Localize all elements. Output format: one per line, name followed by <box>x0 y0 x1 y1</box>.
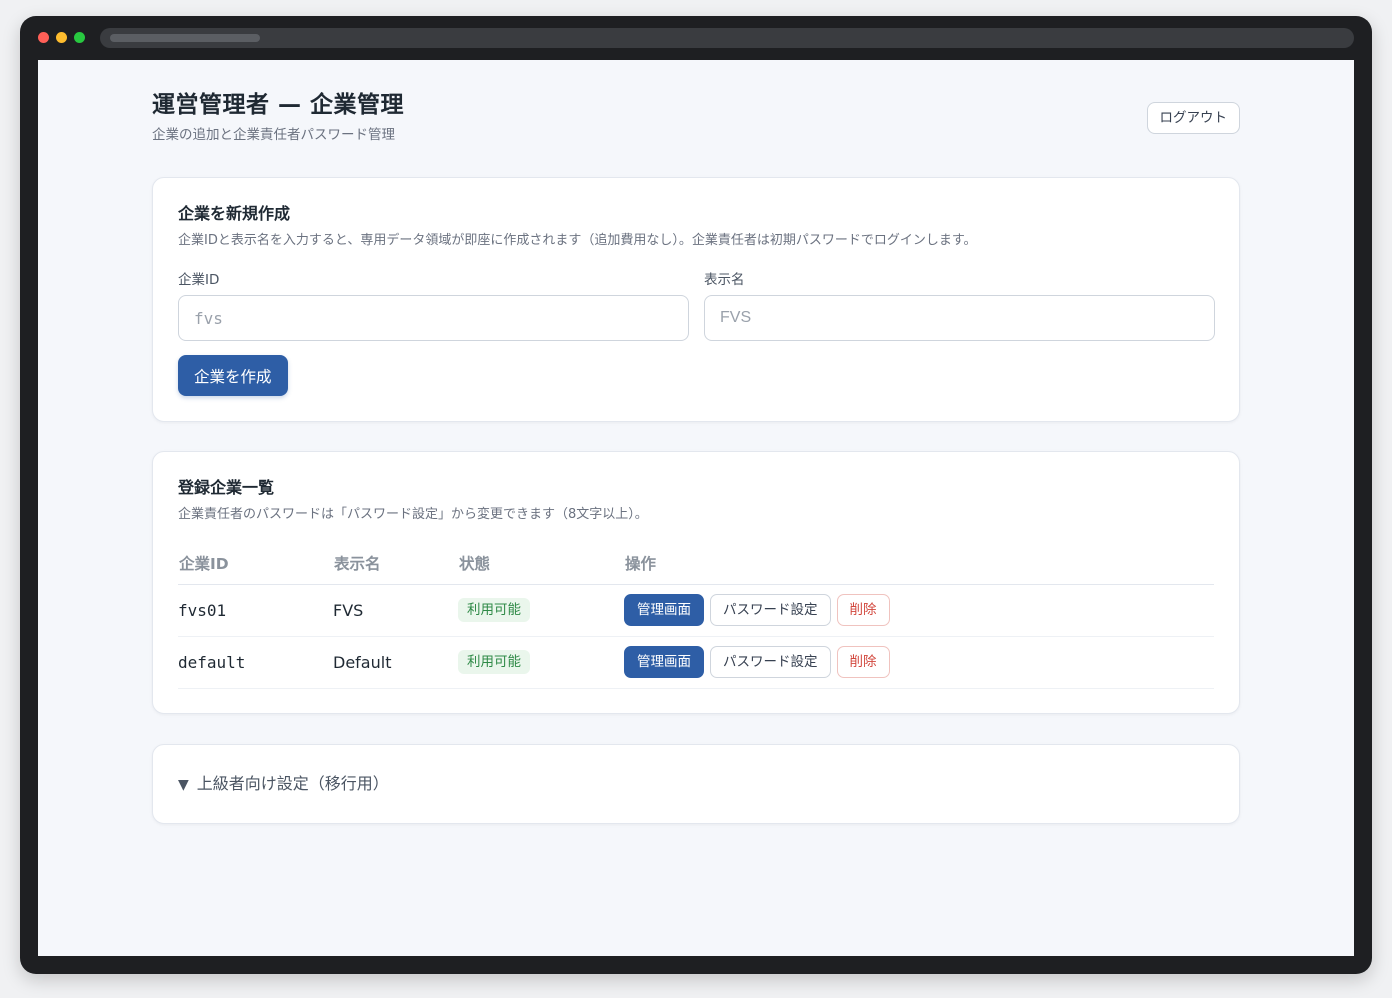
advanced-settings-label: 上級者向け設定（移行用） <box>196 774 389 793</box>
page-header: 運営管理者 — 企業管理 企業の追加と企業責任者パスワード管理 ログアウト <box>152 90 1240 150</box>
status-cell: 利用可能 <box>458 584 624 637</box>
company-id-cell: fvs01 <box>178 584 333 637</box>
table-row: default Default 利用可能 管理画面 パスワード設定 削除 <box>178 636 1214 689</box>
window-controls <box>38 32 85 43</box>
company-list-card: 登録企業一覧 企業責任者のパスワードは「パスワード設定」から変更できます（8文字… <box>152 451 1240 714</box>
list-card-description: 企業責任者のパスワードは「パスワード設定」から変更できます（8文字以上）。 <box>178 507 648 522</box>
status-badge: 利用可能 <box>458 598 530 622</box>
address-bar-placeholder <box>110 34 260 42</box>
display-name-label: 表示名 <box>704 272 745 288</box>
delete-button[interactable]: 削除 <box>836 594 890 626</box>
list-card-title: 登録企業一覧 <box>178 478 275 497</box>
table-row: fvs01 FVS 利用可能 管理画面 パスワード設定 削除 <box>178 584 1214 637</box>
display-name-input[interactable] <box>704 295 1215 341</box>
company-id-label: 企業ID <box>178 272 220 288</box>
page-viewport: 運営管理者 — 企業管理 企業の追加と企業責任者パスワード管理 ログアウト 企業… <box>38 60 1354 956</box>
admin-panel-button[interactable]: 管理画面 <box>624 646 704 678</box>
set-password-button[interactable]: パスワード設定 <box>710 646 831 678</box>
advanced-settings-toggle[interactable]: ▼ 上級者向け設定（移行用） <box>178 773 389 796</box>
advanced-settings-card: ▼ 上級者向け設定（移行用） <box>152 744 1240 824</box>
column-header-actions: 操作 <box>624 542 1214 585</box>
actions-cell: 管理画面 パスワード設定 削除 <box>624 584 1214 637</box>
column-header-company-id: 企業ID <box>178 542 333 585</box>
page-subtitle: 企業の追加と企業責任者パスワード管理 <box>152 127 395 143</box>
column-header-display-name: 表示名 <box>333 542 458 585</box>
page-title: 運営管理者 — 企業管理 <box>152 92 405 118</box>
logout-button[interactable]: ログアウト <box>1146 102 1240 134</box>
address-bar[interactable] <box>100 28 1354 48</box>
table-header-row: 企業ID 表示名 状態 操作 <box>178 542 1214 585</box>
company-id-input[interactable] <box>178 295 689 341</box>
actions-cell: 管理画面 パスワード設定 削除 <box>624 636 1214 689</box>
status-badge: 利用可能 <box>458 650 530 674</box>
create-card-title: 企業を新規作成 <box>178 204 291 223</box>
company-table: 企業ID 表示名 状態 操作 fvs01 FVS 利用可能 管理画面 パスワード… <box>178 542 1214 689</box>
display-name-cell: FVS <box>333 584 458 637</box>
admin-panel-button[interactable]: 管理画面 <box>624 594 704 626</box>
create-card-description: 企業IDと表示名を入力すると、専用データ領域が即座に作成されます（追加費用なし）… <box>178 233 977 248</box>
browser-window: 運営管理者 — 企業管理 企業の追加と企業責任者パスワード管理 ログアウト 企業… <box>20 16 1372 974</box>
close-window-icon[interactable] <box>38 32 49 43</box>
column-header-status: 状態 <box>458 542 624 585</box>
company-id-cell: default <box>178 636 333 689</box>
create-company-button[interactable]: 企業を作成 <box>178 355 288 396</box>
set-password-button[interactable]: パスワード設定 <box>710 594 831 626</box>
status-cell: 利用可能 <box>458 636 624 689</box>
triangle-down-icon: ▼ <box>178 777 189 793</box>
minimize-window-icon[interactable] <box>56 32 67 43</box>
maximize-window-icon[interactable] <box>74 32 85 43</box>
create-company-card: 企業を新規作成 企業IDと表示名を入力すると、専用データ領域が即座に作成されます… <box>152 177 1240 422</box>
delete-button[interactable]: 削除 <box>836 646 890 678</box>
display-name-cell: Default <box>333 636 458 689</box>
